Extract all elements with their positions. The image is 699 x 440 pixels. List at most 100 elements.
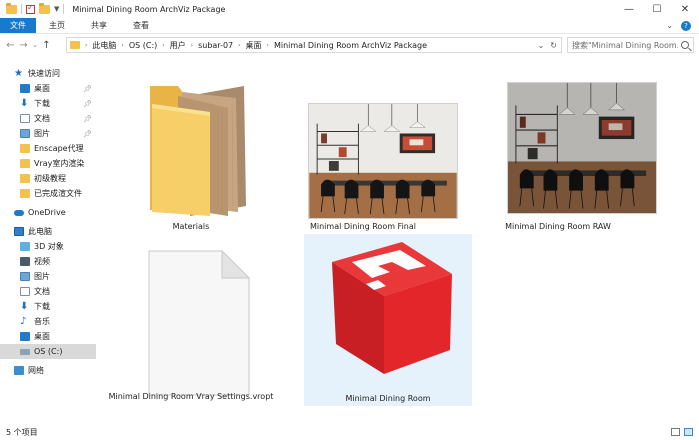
nav-item-downloads[interactable]: ⬇ 下载 📌︎ (0, 96, 96, 111)
cloud-icon (14, 209, 24, 216)
folder-icon (70, 41, 80, 49)
folder-icon (20, 174, 30, 183)
tab-home[interactable]: 主页 (36, 18, 78, 33)
nav-label: Vray室内渲染 (34, 159, 85, 168)
expand-ribbon-icon[interactable]: ⌄ (666, 21, 673, 30)
image-thumbnail (308, 103, 458, 219)
navigation-bar: ← → ⌄ ↑ › 此电脑 › OS (C:) › 用户 › subar-07 … (0, 34, 699, 56)
nav-label: 文档 (34, 114, 50, 123)
nav-label: 下载 (34, 99, 50, 108)
nav-item-music[interactable]: ♪ 音乐 (0, 314, 96, 329)
nav-item-desktop[interactable]: 桌面 📌︎ (0, 81, 96, 96)
nav-label: 快速访问 (28, 69, 60, 78)
refresh-icon[interactable]: ↻ (550, 41, 557, 50)
back-arrow-icon[interactable]: ← (4, 40, 17, 51)
pin-icon: 📌︎ (83, 84, 92, 93)
chevron-right-icon[interactable]: › (238, 42, 240, 49)
nav-item-tutorials[interactable]: 初级教程 (0, 171, 96, 186)
pin-icon: 📌︎ (83, 129, 92, 138)
large-icons-view-icon[interactable] (684, 428, 693, 436)
nav-label: 此电脑 (28, 227, 52, 236)
search-icon (681, 41, 689, 49)
status-bar: 5 个项目 (0, 424, 699, 440)
download-icon: ⬇ (20, 301, 29, 312)
file-item-vray-settings[interactable]: Minimal Dining Room Vray Settings.vropt (108, 234, 274, 406)
image-thumbnail (507, 82, 657, 214)
chevron-right-icon[interactable]: › (121, 42, 123, 49)
folder-icon (20, 144, 30, 153)
chevron-right-icon[interactable]: › (162, 42, 164, 49)
breadcrumb-current[interactable]: Minimal Dining Room ArchViz Package (274, 41, 427, 50)
folder-thumbnail (150, 86, 246, 216)
nav-label: 初级教程 (34, 174, 66, 183)
nav-item-pictures[interactable]: 图片 📌︎ (0, 126, 96, 141)
maximize-button[interactable]: ☐ (643, 0, 671, 18)
pin-icon: 📌︎ (83, 114, 92, 123)
breadcrumb-drive[interactable]: OS (C:) (129, 41, 157, 50)
customize-toolbar-icon[interactable]: ▼ (54, 5, 59, 13)
file-item-raw-render[interactable]: Minimal Dining Room RAW (475, 60, 657, 232)
chevron-down-icon[interactable]: ⌄ (538, 41, 545, 50)
nav-item-videos[interactable]: 视频 (0, 254, 96, 269)
details-view-icon[interactable] (671, 428, 680, 436)
title-bar: ▼ Minimal Dining Room ArchViz Package — … (0, 0, 699, 18)
forward-arrow-icon[interactable]: → (17, 40, 30, 51)
chevron-right-icon[interactable]: › (191, 42, 193, 49)
nav-network[interactable]: 网络 (0, 363, 96, 378)
breadcrumb-user[interactable]: subar-07 (198, 41, 233, 50)
close-button[interactable]: ✕ (671, 0, 699, 18)
breadcrumb-desktop[interactable]: 桌面 (246, 40, 262, 51)
tab-view[interactable]: 查看 (120, 18, 162, 33)
chevron-right-icon[interactable]: › (85, 42, 87, 49)
nav-item-vray[interactable]: Vray室内渲染 (0, 156, 96, 171)
network-icon (14, 366, 24, 375)
download-icon: ⬇ (20, 98, 29, 109)
recent-locations-icon[interactable]: ⌄ (30, 41, 40, 49)
pin-icon: 📌︎ (83, 99, 92, 108)
nav-label: OS (C:) (34, 347, 63, 356)
picture-icon (20, 129, 30, 138)
up-arrow-icon[interactable]: ↑ (40, 40, 53, 51)
search-placeholder: 搜索"Minimal Dining Room... (572, 40, 678, 50)
nav-item-pictures-pc[interactable]: 图片 (0, 269, 96, 284)
nav-item-finished[interactable]: 已完成渲文件 (0, 186, 96, 201)
3d-objects-icon (20, 242, 30, 251)
nav-this-pc[interactable]: 此电脑 (0, 224, 96, 239)
nav-label: 音乐 (34, 317, 50, 326)
divider (63, 4, 65, 14)
nav-item-os-drive[interactable]: OS (C:) (0, 344, 96, 359)
ribbon: 文件 主页 共享 查看 ⌄ ? (0, 18, 699, 34)
video-icon (20, 257, 30, 266)
properties-icon[interactable] (26, 3, 35, 14)
nav-item-3d-objects[interactable]: 3D 对象 (0, 239, 96, 254)
address-bar[interactable]: › 此电脑 › OS (C:) › 用户 › subar-07 › 桌面 › M… (66, 37, 562, 53)
file-item-materials[interactable]: Materials (108, 60, 274, 232)
breadcrumb-users[interactable]: 用户 (170, 40, 186, 51)
window-title: Minimal Dining Room ArchViz Package (72, 4, 226, 14)
nav-label: 3D 对象 (34, 242, 64, 251)
file-item-sketchup[interactable]: Minimal Dining Room (304, 234, 472, 406)
folder-icon (6, 2, 17, 14)
file-item-final-render[interactable]: Minimal Dining Room Final (280, 60, 458, 232)
chevron-right-icon[interactable]: › (267, 42, 269, 49)
nav-item-enscape[interactable]: Enscape代理 (0, 141, 96, 156)
nav-label: 桌面 (34, 84, 50, 93)
file-list: Materials Minimal Dining Room Final Mini… (100, 58, 699, 424)
tab-file[interactable]: 文件 (0, 18, 36, 33)
nav-item-downloads-pc[interactable]: ⬇ 下载 (0, 299, 96, 314)
nav-item-documents[interactable]: 文档 📌︎ (0, 111, 96, 126)
search-input[interactable]: 搜索"Minimal Dining Room... (567, 37, 694, 53)
nav-label: 网络 (28, 366, 44, 375)
nav-quick-access[interactable]: ★ 快速访问 (0, 66, 96, 81)
breadcrumb-this-pc[interactable]: 此电脑 (92, 40, 116, 51)
minimize-button[interactable]: — (615, 0, 643, 18)
nav-onedrive[interactable]: OneDrive (0, 205, 96, 220)
nav-item-desktop-pc[interactable]: 桌面 (0, 329, 96, 344)
folder-icon (20, 159, 30, 168)
nav-label: OneDrive (28, 208, 66, 217)
help-icon[interactable]: ? (681, 20, 691, 31)
nav-item-documents-pc[interactable]: 文档 (0, 284, 96, 299)
tab-share[interactable]: 共享 (78, 18, 120, 33)
folder-icon (20, 189, 30, 198)
new-folder-icon[interactable] (39, 2, 50, 14)
